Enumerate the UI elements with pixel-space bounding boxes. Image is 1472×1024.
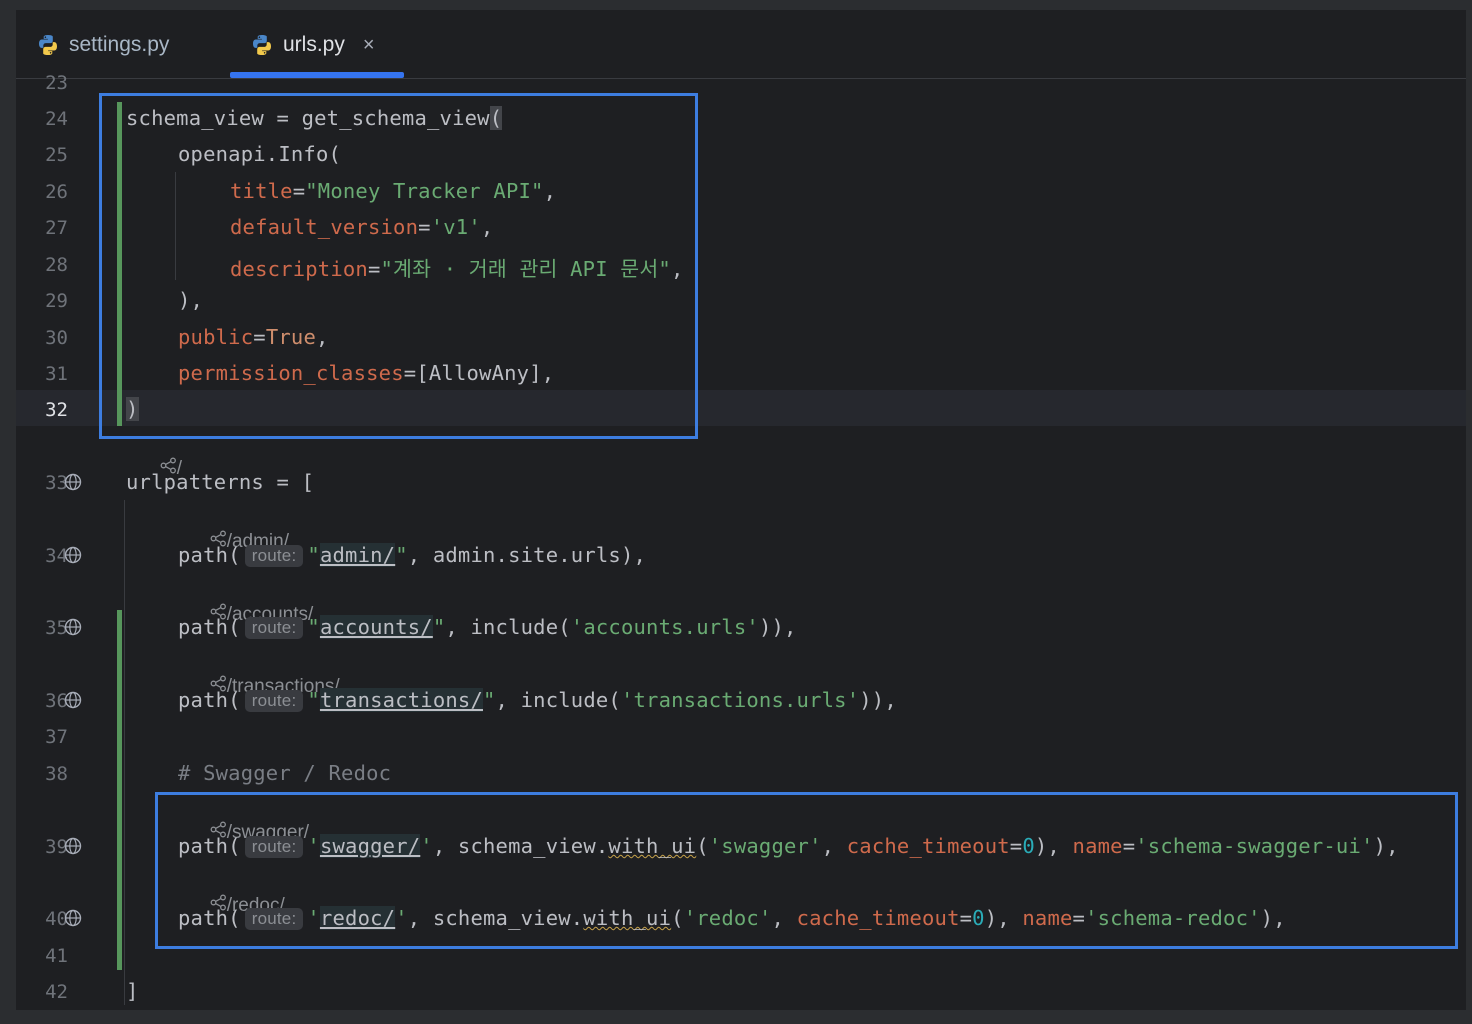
- code-line-38: # Swagger / Redoc: [178, 761, 392, 785]
- code-editor[interactable]: 23 24 25 26 27 28 29 30 31 32 33 34 35 3…: [16, 72, 1466, 1010]
- tab-label: urls.py: [283, 33, 345, 56]
- parameter-hint: route:: [244, 690, 304, 712]
- line-number: 35: [45, 617, 68, 639]
- line-number: 42: [45, 981, 68, 1003]
- code-text: )),: [859, 688, 897, 712]
- line-number: 27: [45, 217, 68, 239]
- code-line-33: urlpatterns = [: [126, 470, 315, 494]
- code-text: path(: [178, 543, 241, 567]
- parameter-hint: route:: [244, 545, 304, 567]
- line-number: 39: [45, 836, 68, 858]
- code-text: , admin.site.urls),: [407, 543, 647, 567]
- code-text: path(: [178, 688, 241, 712]
- window-top-strip: [0, 0, 1472, 10]
- line-number: 41: [45, 945, 68, 967]
- code-line-42: ]: [126, 979, 139, 1003]
- line-number: 28: [45, 254, 68, 276]
- globe-icon[interactable]: [64, 546, 82, 564]
- tab-label: settings.py: [69, 33, 170, 56]
- code-text: 'accounts.urls': [570, 615, 759, 639]
- indent-guide: [124, 500, 125, 1005]
- line-number: 23: [45, 72, 68, 94]
- parameter-hint: route:: [244, 617, 304, 639]
- line-number: 40: [45, 908, 68, 930]
- globe-icon[interactable]: [64, 618, 82, 636]
- line-number: 24: [45, 108, 68, 130]
- code-text: path(: [178, 615, 241, 639]
- tab-bar: settings.py urls.py ×: [16, 10, 1466, 79]
- line-number: 31: [45, 363, 68, 385]
- code-text: 'transactions.urls': [620, 688, 860, 712]
- code-text: , include(: [495, 688, 621, 712]
- line-number: 30: [45, 327, 68, 349]
- code-text: , include(: [445, 615, 571, 639]
- globe-icon[interactable]: [64, 909, 82, 927]
- python-icon: [250, 33, 274, 57]
- line-number: 26: [45, 181, 68, 203]
- code-text: )),: [758, 615, 797, 639]
- route-string[interactable]: admin/: [319, 543, 396, 567]
- line-number: 34: [45, 545, 68, 567]
- code-line-36: path(route: "transactions/", include('tra…: [178, 688, 897, 712]
- line-number: 25: [45, 144, 68, 166]
- line-number: 33: [45, 472, 68, 494]
- python-icon: [36, 33, 60, 57]
- line-number: 38: [45, 763, 68, 785]
- tab-settings-py[interactable]: settings.py: [36, 30, 169, 60]
- code-line-34: path(route: "admin/", admin.site.urls),: [178, 543, 647, 567]
- globe-icon[interactable]: [64, 691, 82, 709]
- tab-urls-py[interactable]: urls.py ×: [250, 30, 375, 60]
- line-number: 36: [45, 690, 68, 712]
- line-number: 37: [45, 726, 68, 748]
- close-icon[interactable]: ×: [363, 34, 375, 57]
- line-number: 29: [45, 290, 68, 312]
- editor-window: settings.py urls.py × 23 24 25 26 27 28 …: [16, 10, 1466, 1010]
- route-string[interactable]: accounts/: [319, 615, 433, 639]
- globe-icon[interactable]: [64, 837, 82, 855]
- highlight-box-swagger-redoc: [155, 792, 1458, 949]
- route-string[interactable]: transactions/: [319, 688, 483, 712]
- active-tab-indicator: [230, 72, 404, 78]
- line-number: 32: [45, 399, 68, 421]
- globe-icon[interactable]: [64, 473, 82, 491]
- highlight-box-schema-view: [99, 93, 698, 439]
- code-line-35: path(route: "accounts/", include('account…: [178, 615, 797, 639]
- vcs-added-bar: [117, 610, 122, 970]
